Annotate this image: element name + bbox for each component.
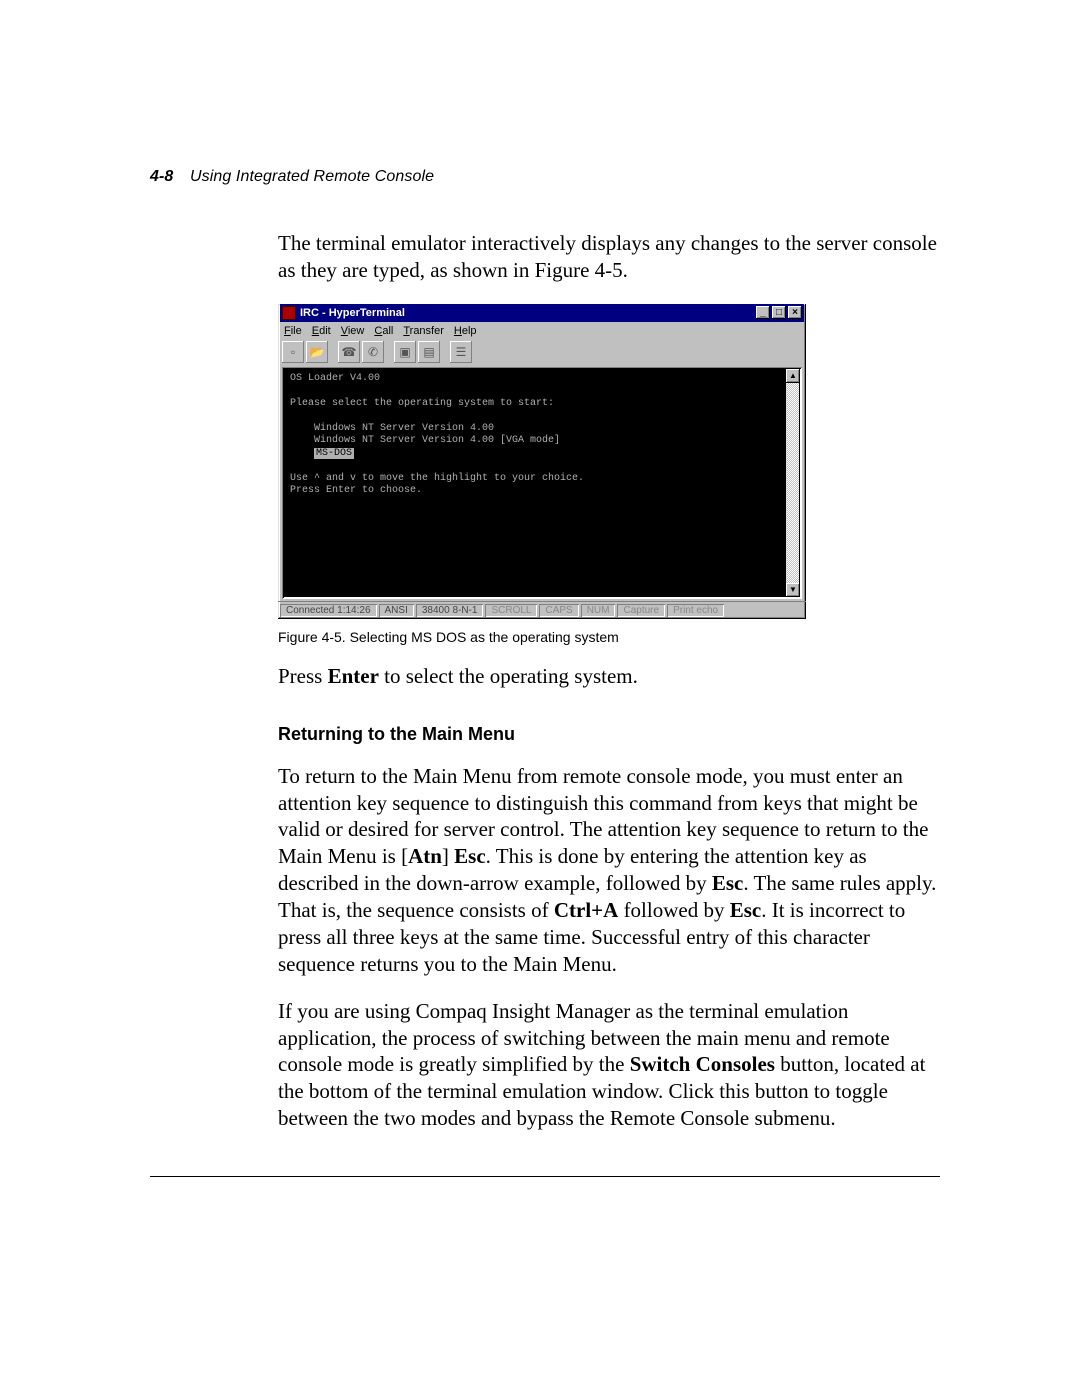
toolbar-hangup-icon[interactable]: ✆: [362, 341, 384, 363]
subheading-returning: Returning to the Main Menu: [278, 724, 940, 745]
toolbar-new-icon[interactable]: ▫: [282, 341, 304, 363]
menu-transfer[interactable]: Transfer: [403, 325, 444, 337]
close-button[interactable]: ×: [788, 306, 802, 319]
para-insight-manager: If you are using Compaq Insight Manager …: [278, 998, 940, 1132]
hyperterminal-window: IRC - HyperTerminal _ □ × File Edit View…: [278, 304, 806, 619]
toolbar-send-icon[interactable]: ▣: [394, 341, 416, 363]
status-bar: Connected 1:14:26 ANSI 38400 8-N-1 SCROL…: [278, 601, 806, 619]
figure-caption: Figure 4-5. Selecting MS DOS as the oper…: [278, 629, 940, 645]
app-icon: [282, 306, 296, 320]
window-titlebar: IRC - HyperTerminal _ □ ×: [280, 304, 804, 322]
running-header: 4-8 Using Integrated Remote Console: [150, 168, 940, 186]
scroll-down-icon[interactable]: ▼: [786, 583, 800, 597]
minimize-button[interactable]: _: [756, 306, 770, 319]
toolbar-open-icon[interactable]: 📂: [306, 341, 328, 363]
toolbar-call-icon[interactable]: ☎: [338, 341, 360, 363]
menu-file[interactable]: File: [284, 325, 302, 337]
menu-edit[interactable]: Edit: [312, 325, 331, 337]
status-print-echo: Print echo: [667, 604, 724, 617]
vertical-scrollbar[interactable]: ▲ ▼: [786, 369, 800, 597]
menu-bar: File Edit View Call Transfer Help: [278, 324, 806, 339]
toolbar-receive-icon[interactable]: ▤: [418, 341, 440, 363]
page-number: 4-8: [150, 168, 173, 185]
scroll-up-icon[interactable]: ▲: [786, 369, 800, 383]
status-scroll: SCROLL: [485, 604, 537, 617]
menu-help[interactable]: Help: [454, 325, 477, 337]
press-enter-paragraph: Press Enter to select the operating syst…: [278, 663, 940, 690]
toolbar-properties-icon[interactable]: ☰: [450, 341, 472, 363]
selected-os: MS-DOS: [314, 448, 354, 459]
figure-4-5: IRC - HyperTerminal _ □ × File Edit View…: [278, 304, 940, 619]
toolbar: ▫ 📂 ☎ ✆ ▣ ▤ ☰: [278, 339, 806, 367]
footer-rule: [150, 1176, 940, 1177]
menu-view[interactable]: View: [341, 325, 365, 337]
status-capture: Capture: [617, 604, 665, 617]
document-page: 4-8 Using Integrated Remote Console The …: [0, 0, 1080, 1397]
status-connected: Connected 1:14:26: [280, 604, 377, 617]
status-line-settings: 38400 8-N-1: [416, 604, 484, 617]
terminal-frame: OS Loader V4.00 Please select the operat…: [282, 367, 802, 599]
menu-call[interactable]: Call: [374, 325, 393, 337]
status-num: NUM: [581, 604, 616, 617]
section-title: Using Integrated Remote Console: [190, 168, 434, 185]
maximize-button[interactable]: □: [772, 306, 786, 319]
window-control-buttons: _ □ ×: [756, 306, 802, 319]
status-emulation: ANSI: [379, 604, 414, 617]
status-caps: CAPS: [539, 604, 578, 617]
intro-paragraph: The terminal emulator interactively disp…: [278, 230, 940, 284]
window-title: IRC - HyperTerminal: [300, 307, 756, 319]
terminal-screen[interactable]: OS Loader V4.00 Please select the operat…: [284, 369, 786, 597]
para-return-main-menu: To return to the Main Menu from remote c…: [278, 763, 940, 978]
